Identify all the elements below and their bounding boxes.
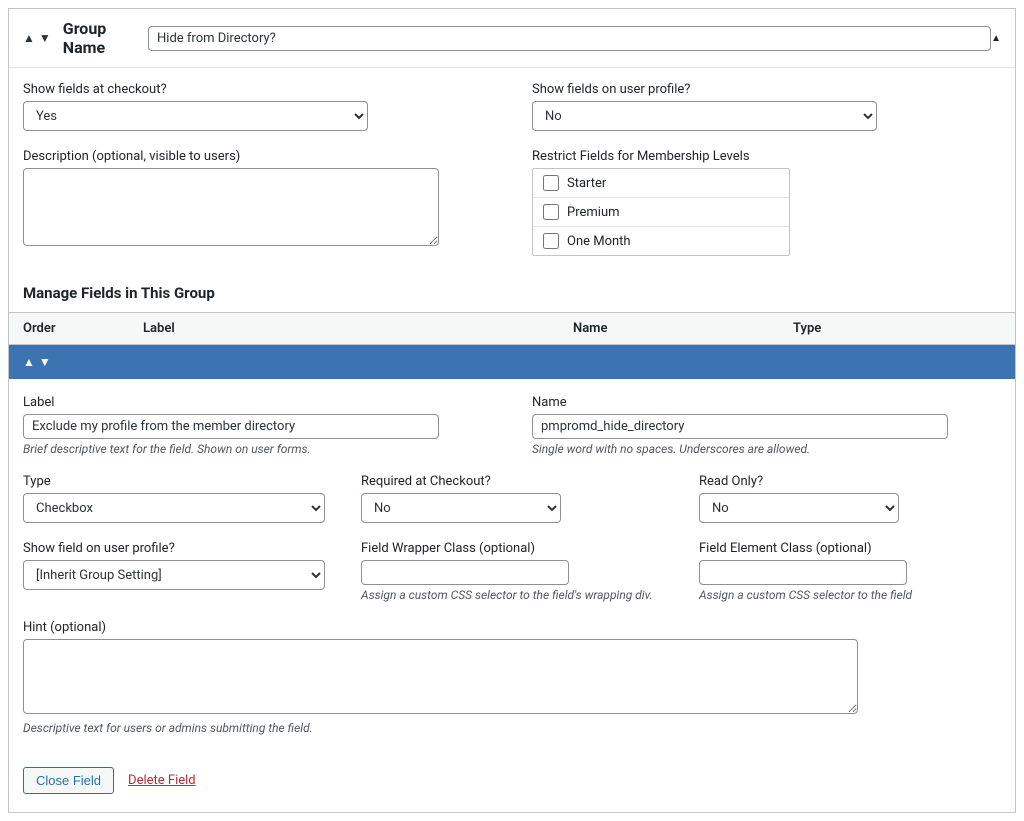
field-row-header: ▲ ▼	[9, 345, 1015, 379]
level-checkbox-premium[interactable]	[543, 204, 559, 220]
restrict-levels-group: Restrict Fields for Membership Levels St…	[532, 149, 1001, 256]
show-field-profile-label: Show field on user profile?	[23, 541, 325, 556]
description-label: Description (optional, visible to users)	[23, 149, 492, 164]
field-type-select[interactable]: Checkbox	[23, 493, 325, 523]
description-group: Description (optional, visible to users)	[23, 149, 492, 256]
level-checkbox-one-month[interactable]	[543, 233, 559, 249]
level-label: One Month	[567, 234, 631, 249]
manage-fields-heading: Manage Fields in This Group	[9, 280, 1015, 312]
required-group: Required at Checkout? No	[361, 474, 663, 523]
field-label-hint: Brief descriptive text for the field. Sh…	[23, 442, 492, 456]
field-editor: Label Brief descriptive text for the fie…	[9, 379, 1015, 812]
hint-textarea[interactable]	[23, 639, 858, 714]
element-class-group: Field Element Class (optional) Assign a …	[699, 541, 1001, 602]
field-type-group: Type Checkbox	[23, 474, 325, 523]
move-down-icon[interactable]: ▼	[39, 31, 51, 45]
field-move-up-icon[interactable]: ▲	[23, 355, 35, 369]
readonly-group: Read Only? No	[699, 474, 1001, 523]
field-name-group: Name Single word with no spaces. Undersc…	[532, 395, 1001, 456]
level-checkbox-starter[interactable]	[543, 175, 559, 191]
show-on-profile-select[interactable]: No	[532, 101, 877, 131]
field-label-input[interactable]	[23, 414, 439, 439]
field-type-label: Type	[23, 474, 325, 489]
col-label: Label	[143, 321, 573, 336]
col-name: Name	[573, 321, 793, 336]
group-name-label: Group Name	[63, 19, 140, 57]
delete-field-link[interactable]: Delete Field	[128, 773, 196, 788]
field-move-down-icon[interactable]: ▼	[39, 355, 51, 369]
readonly-select[interactable]: No	[699, 493, 899, 523]
level-label: Premium	[567, 205, 620, 220]
field-label-group: Label Brief descriptive text for the fie…	[23, 395, 492, 456]
collapse-toggle-icon[interactable]: ▲	[991, 33, 1001, 44]
level-item: Starter	[533, 169, 789, 198]
show-field-profile-group: Show field on user profile? [Inherit Gro…	[23, 541, 325, 602]
wrapper-class-hint: Assign a custom CSS selector to the fiel…	[361, 588, 663, 602]
element-class-label: Field Element Class (optional)	[699, 541, 1001, 556]
group-settings: Show fields at checkout? Yes Show fields…	[9, 68, 1015, 280]
element-class-input[interactable]	[699, 560, 907, 585]
group-name-input[interactable]	[148, 26, 991, 51]
readonly-label: Read Only?	[699, 474, 1001, 489]
field-order-controls: ▲ ▼	[23, 355, 51, 369]
show-on-profile-label: Show fields on user profile?	[532, 82, 1001, 97]
hint-label: Hint (optional)	[23, 620, 1001, 635]
hint-hint: Descriptive text for users or admins sub…	[23, 721, 1001, 735]
col-type: Type	[793, 321, 1001, 336]
field-name-hint: Single word with no spaces. Underscores …	[532, 442, 1001, 456]
field-label-label: Label	[23, 395, 492, 410]
level-item: Premium	[533, 198, 789, 227]
hint-group: Hint (optional) Descriptive text for use…	[23, 620, 1001, 735]
field-name-input[interactable]	[532, 414, 948, 439]
required-select[interactable]: No	[361, 493, 561, 523]
move-up-icon[interactable]: ▲	[23, 31, 35, 45]
show-field-profile-select[interactable]: [Inherit Group Setting]	[23, 560, 325, 590]
level-label: Starter	[567, 176, 606, 191]
levels-checklist: Starter Premium One Month	[532, 168, 790, 256]
required-label: Required at Checkout?	[361, 474, 663, 489]
group-order-controls: ▲ ▼	[23, 31, 51, 45]
wrapper-class-input[interactable]	[361, 560, 569, 585]
close-field-button[interactable]: Close Field	[23, 767, 114, 794]
show-on-profile-group: Show fields on user profile? No	[532, 82, 1001, 131]
restrict-levels-label: Restrict Fields for Membership Levels	[532, 149, 1001, 164]
show-at-checkout-label: Show fields at checkout?	[23, 82, 492, 97]
group-panel: ▲ ▼ Group Name ▲ Show fields at checkout…	[8, 8, 1016, 813]
wrapper-class-group: Field Wrapper Class (optional) Assign a …	[361, 541, 663, 602]
show-at-checkout-select[interactable]: Yes	[23, 101, 368, 131]
show-at-checkout-group: Show fields at checkout? Yes	[23, 82, 492, 131]
level-item: One Month	[533, 227, 789, 255]
wrapper-class-label: Field Wrapper Class (optional)	[361, 541, 663, 556]
field-name-label: Name	[532, 395, 1001, 410]
element-class-hint: Assign a custom CSS selector to the fiel…	[699, 588, 1001, 602]
fields-table-header: Order Label Name Type	[9, 312, 1015, 345]
col-order: Order	[23, 321, 143, 336]
group-header: ▲ ▼ Group Name ▲	[9, 9, 1015, 68]
description-textarea[interactable]	[23, 168, 439, 246]
